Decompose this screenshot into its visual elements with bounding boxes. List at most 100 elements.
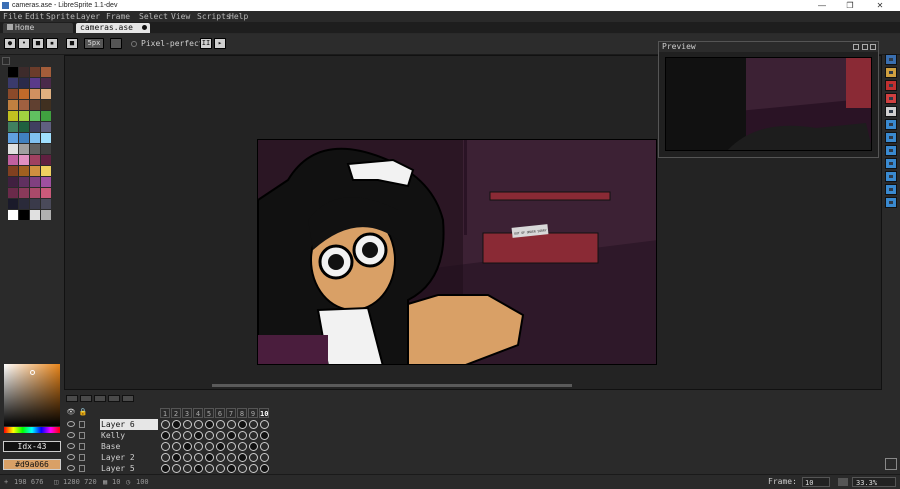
palette-swatch[interactable] — [8, 133, 18, 143]
palette-swatch[interactable] — [19, 166, 29, 176]
palette-swatch[interactable] — [8, 122, 18, 132]
close-button[interactable]: ✕ — [866, 0, 894, 11]
palette-swatch[interactable] — [19, 210, 29, 220]
minimize-button[interactable]: — — [808, 0, 836, 11]
timeline-cel[interactable] — [216, 420, 225, 429]
timeline-cel[interactable] — [216, 464, 225, 473]
timeline-cel[interactable] — [183, 431, 192, 440]
line-icon[interactable] — [885, 145, 897, 156]
layer-lock-icon[interactable] — [79, 432, 85, 439]
timeline-cel[interactable] — [249, 420, 258, 429]
timeline-cel[interactable] — [249, 453, 258, 462]
frame-number[interactable]: 9 — [248, 408, 258, 418]
brush-dot-icon[interactable]: • — [18, 38, 30, 49]
preview-maximize-icon[interactable] — [862, 44, 868, 50]
palette-swatch[interactable] — [41, 78, 51, 88]
drop-icon[interactable] — [885, 132, 897, 143]
layer-visibility-icon[interactable] — [67, 421, 75, 427]
frame-number[interactable]: 4 — [193, 408, 203, 418]
timeline-cel[interactable] — [183, 464, 192, 473]
palette-swatch[interactable] — [19, 67, 29, 77]
palette-swatch[interactable] — [19, 100, 29, 110]
palette-swatch[interactable] — [8, 100, 18, 110]
foreground-color-box[interactable]: #d9a066 — [3, 459, 61, 470]
rectangle-icon[interactable] — [885, 171, 897, 182]
palette-swatch[interactable] — [41, 188, 51, 198]
layer-visibility-icon[interactable] — [67, 432, 75, 438]
lock-header-icon[interactable]: 🔒 — [78, 408, 88, 418]
pixel-perfect-checkbox[interactable] — [131, 41, 137, 47]
menu-select[interactable]: Select — [139, 11, 168, 22]
timeline-cel[interactable] — [161, 442, 170, 451]
palette-swatch[interactable] — [30, 210, 40, 220]
color-picker-handle[interactable] — [30, 370, 35, 375]
layer-name[interactable]: Kelly — [100, 430, 158, 441]
timeline-cel[interactable] — [183, 420, 192, 429]
menu-frame[interactable]: Frame — [106, 11, 130, 22]
palette-swatch[interactable] — [19, 155, 29, 165]
first-frame-icon[interactable] — [66, 395, 78, 402]
marquee-icon[interactable] — [885, 54, 897, 65]
menu-file[interactable]: File — [3, 11, 22, 22]
palette-swatch[interactable] — [19, 177, 29, 187]
brush-type-icon[interactable]: ■ — [66, 38, 78, 49]
timeline-cel[interactable] — [172, 453, 181, 462]
timeline-cel[interactable] — [172, 442, 181, 451]
menu-sprite[interactable]: Sprite — [46, 11, 75, 22]
timeline-cel[interactable] — [194, 464, 203, 473]
timeline-cel[interactable] — [205, 442, 214, 451]
timeline-cel[interactable] — [238, 464, 247, 473]
timeline-cel[interactable] — [260, 453, 269, 462]
line-alt-icon[interactable] — [885, 158, 897, 169]
palette-swatch[interactable] — [41, 177, 51, 187]
palette-swatch[interactable] — [8, 78, 18, 88]
maximize-button[interactable]: ❐ — [836, 0, 864, 11]
preview-restore-icon[interactable] — [853, 44, 859, 50]
menu-layer[interactable]: Layer — [76, 11, 100, 22]
palette-swatch[interactable] — [30, 177, 40, 187]
menu-help[interactable]: Help — [229, 11, 248, 22]
eraser-icon[interactable] — [885, 80, 897, 91]
palette-swatch[interactable] — [19, 78, 29, 88]
palette-swatch[interactable] — [8, 111, 18, 121]
zoom-field[interactable]: 33.3% — [852, 477, 896, 487]
timeline-cel[interactable] — [161, 453, 170, 462]
timeline-cel[interactable] — [205, 431, 214, 440]
timeline-cel[interactable] — [172, 464, 181, 473]
timeline-cel[interactable] — [238, 431, 247, 440]
preview-image[interactable] — [665, 57, 872, 151]
timeline-cel[interactable] — [194, 453, 203, 462]
timeline-cel[interactable] — [205, 453, 214, 462]
frame-number[interactable]: 7 — [226, 408, 236, 418]
frame-number[interactable]: 8 — [237, 408, 247, 418]
layer-name[interactable]: Base — [100, 441, 158, 452]
palette-swatch[interactable] — [19, 144, 29, 154]
pencil-icon[interactable] — [885, 67, 897, 78]
palette-swatch[interactable] — [8, 144, 18, 154]
menu-scripts[interactable]: Scripts — [197, 11, 231, 22]
palette-swatch[interactable] — [41, 122, 51, 132]
frame-number[interactable]: 2 — [171, 408, 181, 418]
palette-swatch[interactable] — [8, 155, 18, 165]
brush-square-small-icon[interactable]: ▪ — [46, 38, 58, 49]
timeline-cel[interactable] — [249, 442, 258, 451]
palette-swatch[interactable] — [30, 89, 40, 99]
palette-swatch[interactable] — [41, 210, 51, 220]
zoom-icon[interactable] — [838, 478, 848, 486]
layer-visibility-icon[interactable] — [67, 465, 75, 471]
timeline-cel[interactable] — [205, 420, 214, 429]
layer-name[interactable]: Layer 5 — [100, 463, 158, 474]
blob-icon[interactable] — [885, 106, 897, 117]
timeline-cel[interactable] — [238, 442, 247, 451]
timeline-cel[interactable] — [161, 464, 170, 473]
timeline-cel[interactable] — [194, 442, 203, 451]
timeline-cel[interactable] — [194, 431, 203, 440]
timeline-cel[interactable] — [227, 442, 236, 451]
timeline-cel[interactable] — [227, 431, 236, 440]
palette-swatch[interactable] — [30, 111, 40, 121]
timeline-cel[interactable] — [238, 453, 247, 462]
play-icon[interactable]: ▸ — [214, 38, 226, 49]
frame-number[interactable]: 10 — [259, 408, 269, 418]
timeline-cel[interactable] — [260, 464, 269, 473]
timeline-cel[interactable] — [172, 431, 181, 440]
